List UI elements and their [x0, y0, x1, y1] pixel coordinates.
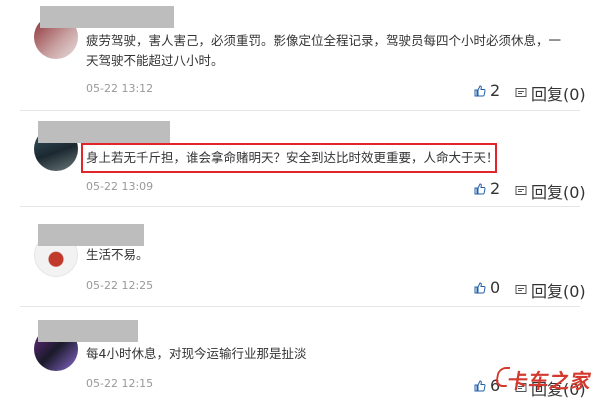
reply-button[interactable]: 回复(0): [515, 278, 586, 302]
comment-time: 05-22 12:25: [86, 279, 154, 292]
reply-icon: [515, 87, 527, 99]
comment-text-line: 天驾驶不能超过八小时。: [86, 53, 224, 68]
like-count: 2: [490, 81, 501, 100]
like-count: 2: [490, 179, 501, 198]
thumbs-up-icon: [474, 379, 486, 392]
reply-button[interactable]: 回复(0): [515, 179, 586, 203]
reply-label: 回复(0): [531, 85, 586, 104]
thumbs-up-icon: [474, 84, 486, 97]
divider: [20, 306, 580, 307]
thumbs-up-icon: [474, 182, 486, 195]
like-count: 0: [490, 278, 501, 297]
comment-time: 05-22 13:12: [86, 82, 154, 95]
redacted-username: [40, 6, 174, 28]
like-button[interactable]: 0: [474, 278, 500, 297]
redacted-username: [38, 224, 144, 246]
comment-text-line: 生活不易。: [86, 247, 149, 262]
highlight-box: [81, 143, 497, 173]
comment-time: 05-22 12:15: [86, 377, 154, 390]
comment-time: 05-22 13:09: [86, 180, 154, 193]
reply-label: 回复(0): [531, 183, 586, 202]
reply-label: 回复(0): [531, 282, 586, 301]
redacted-username: [38, 121, 170, 143]
watermark-text: 卡车之家: [505, 369, 594, 393]
comment-text-line: 疲劳驾驶，害人害己，必须重罚。影像定位全程记录，驾驶员每四个小时必须休息，一: [86, 33, 562, 48]
divider: [20, 206, 580, 207]
thumbs-up-icon: [474, 281, 486, 294]
reply-button[interactable]: 回复(0): [515, 81, 586, 105]
comment-text-line: 每4小时休息，对现今运输行业那是扯淡: [86, 346, 307, 361]
reply-icon: [515, 185, 527, 197]
divider: [20, 110, 580, 111]
like-button[interactable]: 2: [474, 179, 500, 198]
like-button[interactable]: 2: [474, 81, 500, 100]
reply-icon: [515, 284, 527, 296]
watermark-logo: 卡车之家: [494, 365, 594, 394]
redacted-username: [38, 320, 138, 342]
